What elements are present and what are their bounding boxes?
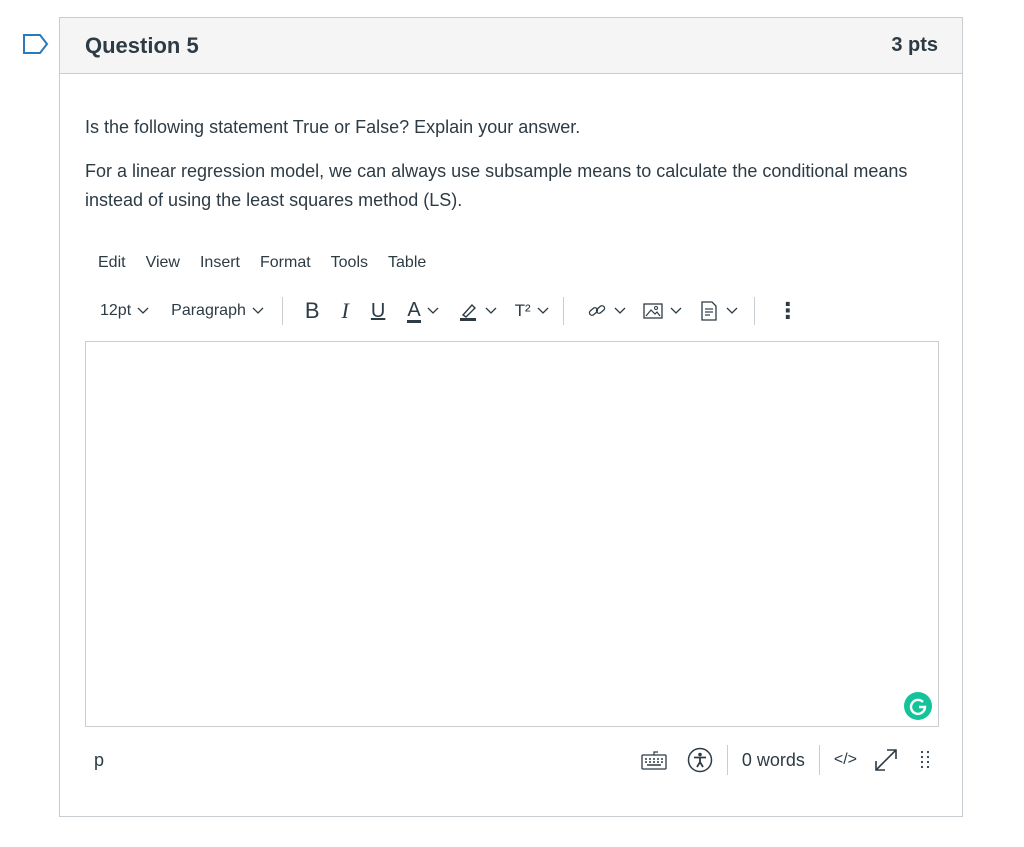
question-prompt: Is the following statement True or False… [85,117,581,137]
question-title: Question 5 [85,32,199,58]
toolbar-divider [753,297,755,325]
chevron-down-icon [485,307,497,314]
block-format-select[interactable]: Paragraph [171,302,264,320]
question-points: 3 pts [891,34,938,56]
link-icon [588,305,605,316]
editor-menubar: Edit View Insert Format Tools Table [98,254,446,272]
chevron-down-icon [614,307,626,314]
highlighter-icon [459,303,476,321]
expand-icon[interactable] [873,747,899,773]
font-size-value: 12pt [100,302,132,319]
menu-table[interactable]: Table [388,254,426,272]
underline-icon: U [370,299,386,322]
editor-statusbar: p 0 words </> [85,740,939,780]
image-button[interactable] [642,300,682,322]
word-count[interactable]: 0 words [742,750,805,771]
text-color-button[interactable]: A [407,298,439,323]
question-statement: For a linear regression model, we can al… [85,161,908,210]
keyboard-icon[interactable] [641,749,667,771]
superscript-icon: T² [514,301,531,320]
question-text: Is the following statement True or False… [85,113,915,230]
bold-icon: B [304,298,320,323]
menu-format[interactable]: Format [260,254,311,272]
statusbar-divider [818,745,820,775]
toolbar-divider [281,297,283,325]
flag-question-icon[interactable] [22,33,50,55]
statusbar-divider [726,745,728,775]
resize-handle-icon[interactable] [919,749,931,771]
menu-edit[interactable]: Edit [98,254,126,272]
italic-button[interactable]: I [342,298,349,324]
document-icon [701,301,717,321]
menu-insert[interactable]: Insert [200,254,240,272]
superscript-button[interactable]: T² [515,301,549,321]
bold-button[interactable]: B [305,298,320,324]
image-icon [643,303,663,319]
more-options-button[interactable]: ⋮ [777,298,799,324]
statusbar-tools: 0 words </> [641,745,939,775]
chevron-down-icon [670,307,682,314]
grammarly-glyph [909,698,927,716]
block-format-value: Paragraph [171,302,246,319]
chevron-down-icon [427,307,439,314]
chevron-down-icon [537,307,549,314]
italic-icon: I [341,298,349,323]
rich-text-editor-area[interactable] [85,341,939,727]
html-editor-toggle[interactable]: </> [834,751,857,769]
highlight-color-button[interactable] [457,300,497,322]
underline-button[interactable]: U [371,300,385,323]
document-button[interactable] [698,300,738,322]
question-card: Question 5 3 pts Is the following statem… [59,17,963,817]
editor-toolbar: 12pt Paragraph B I U A T² ⋮ [100,294,821,328]
link-button[interactable] [586,300,626,322]
font-size-select[interactable]: 12pt [100,302,149,320]
question-header: Question 5 3 pts [60,18,962,74]
more-options-icon: ⋮ [776,298,799,323]
chevron-down-icon [137,307,149,314]
toolbar-divider [562,297,564,325]
chevron-down-icon [252,307,264,314]
grammarly-icon[interactable] [904,692,932,720]
text-color-icon: A [407,298,421,323]
accessibility-icon[interactable] [687,747,713,773]
chevron-down-icon [726,307,738,314]
element-path[interactable]: p [94,750,104,771]
menu-tools[interactable]: Tools [331,254,368,272]
menu-view[interactable]: View [146,254,180,272]
